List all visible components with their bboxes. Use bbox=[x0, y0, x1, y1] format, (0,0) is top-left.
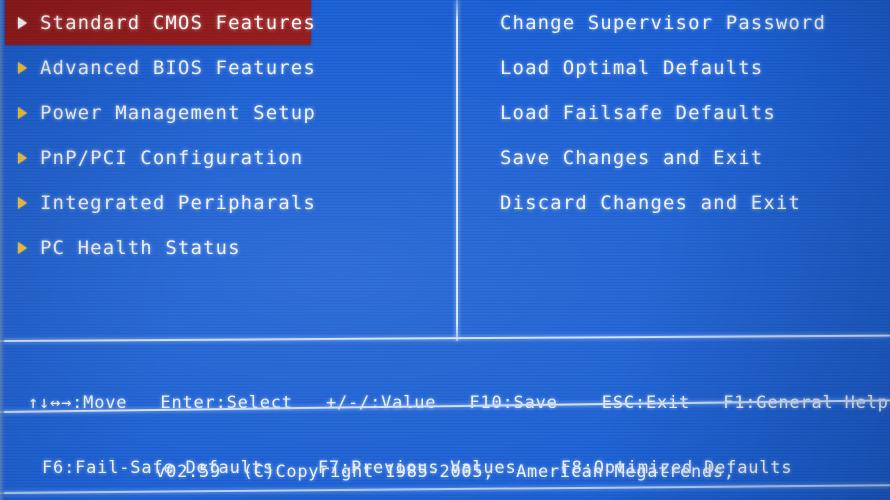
screen-left-edge bbox=[0, 0, 5, 500]
menu-item-advanced-bios-features[interactable]: Advanced BIOS Features bbox=[0, 45, 456, 90]
menu-item-load-failsafe-defaults[interactable]: Load Failsafe Defaults bbox=[456, 90, 890, 135]
menu-item-label: PnP/PCI Configuration bbox=[40, 146, 304, 169]
triangle-right-icon bbox=[16, 151, 30, 165]
triangle-right-icon bbox=[16, 16, 30, 30]
column-divider bbox=[456, 0, 458, 341]
menu-item-label: Standard CMOS Features bbox=[40, 11, 316, 34]
triangle-right-icon bbox=[16, 241, 30, 255]
menu-item-discard-changes-and-exit[interactable]: Discard Changes and Exit bbox=[456, 180, 890, 225]
menu-item-label: Discard Changes and Exit bbox=[500, 191, 801, 214]
menu-item-label: Load Optimal Defaults bbox=[500, 56, 764, 79]
menu-item-load-optimal-defaults[interactable]: Load Optimal Defaults bbox=[456, 45, 890, 90]
menu-item-label: Change Supervisor Password bbox=[500, 11, 827, 34]
help-bar-top-divider bbox=[0, 334, 890, 342]
menu-item-label: Load Failsafe Defaults bbox=[500, 101, 776, 124]
bios-setup-screen: Standard CMOS Features Advanced BIOS Fea… bbox=[0, 0, 890, 500]
menu-item-pnp-pci-configuration[interactable]: PnP/PCI Configuration bbox=[0, 135, 456, 180]
menu-item-standard-cmos-features[interactable]: Standard CMOS Features bbox=[5, 0, 315, 45]
copyright-notice: v02.59 (C)Copyright 1985-2005, American … bbox=[155, 462, 735, 482]
triangle-right-icon bbox=[16, 61, 30, 75]
triangle-right-icon bbox=[16, 106, 30, 120]
menu-item-change-supervisor-password[interactable]: Change Supervisor Password bbox=[456, 0, 890, 45]
menu-item-label: PC Health Status bbox=[40, 236, 241, 259]
menu-item-power-management-setup[interactable]: Power Management Setup bbox=[0, 90, 456, 135]
left-menu-column: Standard CMOS Features Advanced BIOS Fea… bbox=[0, 0, 456, 270]
menu-item-label: Save Changes and Exit bbox=[500, 146, 764, 169]
menu-item-label: Integrated Peripharals bbox=[40, 191, 316, 214]
menu-item-label: Advanced BIOS Features bbox=[40, 56, 316, 79]
right-menu-column: Change Supervisor Password Load Optimal … bbox=[456, 0, 890, 225]
menu-item-label: Power Management Setup bbox=[40, 101, 316, 124]
help-line-navigation: ↑↓↔→:Move Enter:Select +/-/:Value F10:Sa… bbox=[28, 393, 889, 413]
triangle-right-icon bbox=[16, 196, 30, 210]
menu-item-integrated-peripharals[interactable]: Integrated Peripharals bbox=[0, 180, 456, 225]
menu-item-pc-health-status[interactable]: PC Health Status bbox=[0, 225, 456, 270]
menu-item-save-changes-and-exit[interactable]: Save Changes and Exit bbox=[456, 135, 890, 180]
